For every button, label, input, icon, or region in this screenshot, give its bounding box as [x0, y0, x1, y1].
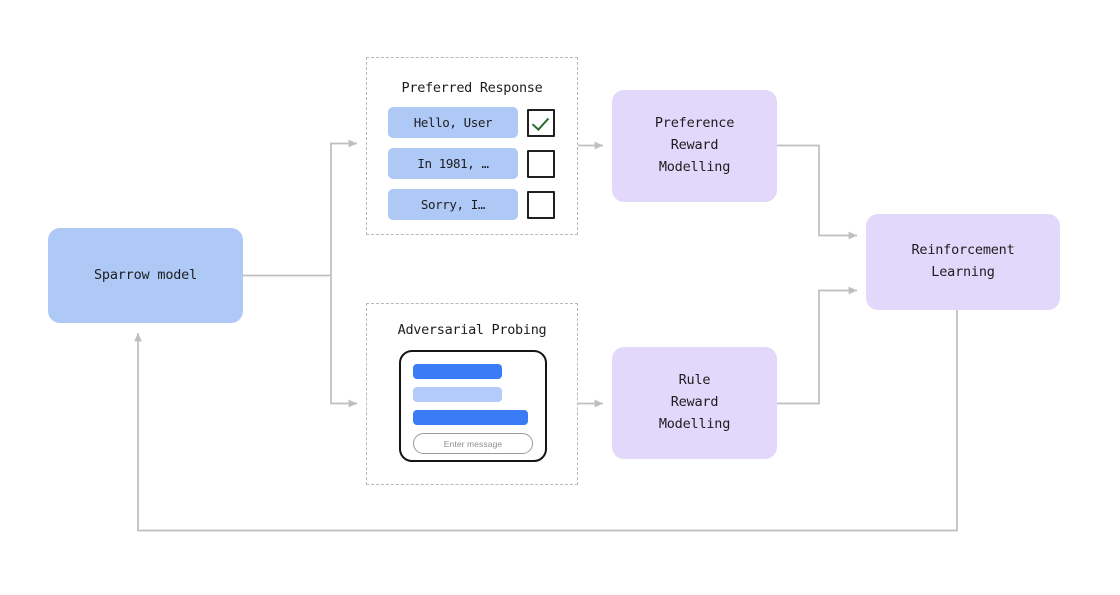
node-rule-reward-modelling-label: Rule Reward Modelling [658, 372, 731, 432]
node-rule-reward-modelling[interactable]: Rule Reward Modelling [612, 347, 777, 459]
node-reinforcement-learning[interactable]: Reinforcement Learning [866, 214, 1060, 310]
node-sparrow-model-label: Sparrow model [93, 266, 198, 283]
list-item[interactable]: Hello, User [388, 107, 555, 138]
chat-message-input[interactable]: Enter message [413, 433, 533, 454]
edge-sparrow-to-preferred [330, 139, 358, 276]
chat-message-bubble [413, 410, 529, 425]
preferred-response-list: Hello, User In 1981, … Sorry, I… [388, 107, 555, 220]
response-bubble: Sorry, I… [388, 189, 518, 220]
node-preference-reward-modelling-label: Preference Reward Modelling [654, 115, 735, 175]
node-sparrow-model[interactable]: Sparrow model [48, 228, 243, 323]
diagram-canvas: Sparrow model Preferred Response Hello, … [0, 0, 1120, 595]
list-item[interactable]: Sorry, I… [388, 189, 555, 220]
edge-rule-rm-to-rl [777, 286, 858, 405]
response-checkbox[interactable] [527, 108, 555, 137]
group-adversarial-probing: Adversarial Probing Enter message [366, 303, 578, 485]
group-preferred-response-title: Preferred Response [401, 80, 543, 96]
list-item[interactable]: In 1981, … [388, 148, 555, 179]
group-preferred-response: Preferred Response Hello, User In 1981, … [366, 57, 578, 235]
node-reinforcement-learning-label: Reinforcement Learning [911, 242, 1015, 280]
group-adversarial-probing-title: Adversarial Probing [397, 322, 547, 338]
edge-pref-rm-to-rl [777, 144, 858, 240]
response-checkbox[interactable] [527, 190, 555, 219]
chat-device-mock: Enter message [399, 350, 547, 462]
chat-message-bubble [413, 364, 502, 379]
response-bubble: In 1981, … [388, 148, 518, 179]
node-preference-reward-modelling[interactable]: Preference Reward Modelling [612, 90, 777, 202]
response-bubble: Hello, User [388, 107, 518, 138]
response-checkbox[interactable] [527, 149, 555, 178]
edge-sparrow-to-adversarial [330, 275, 358, 408]
chat-message-bubble [413, 387, 502, 402]
